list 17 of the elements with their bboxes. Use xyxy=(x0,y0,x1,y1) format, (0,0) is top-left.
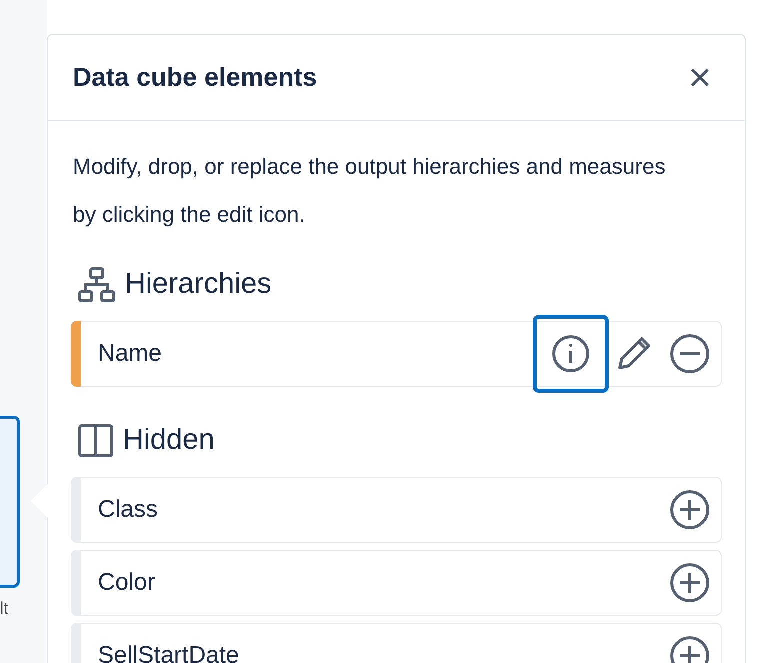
columns-icon xyxy=(77,424,115,458)
field-label: SellStartDate xyxy=(98,641,240,663)
field-label: Name xyxy=(98,339,164,369)
info-button[interactable] xyxy=(533,315,609,393)
add-icon xyxy=(669,562,711,604)
remove-icon xyxy=(669,333,711,375)
field-label: Class xyxy=(98,495,160,525)
panel-title: Data cube elements xyxy=(73,61,318,94)
element-label: lt xyxy=(0,600,8,617)
section-heading: Hierarchies xyxy=(125,267,272,302)
close-button[interactable]: × xyxy=(680,58,720,98)
hierarchy-icon xyxy=(77,267,117,303)
field-label: Color xyxy=(98,568,156,598)
section-heading: Hidden xyxy=(123,423,215,458)
description-text: Modify, drop, or replace the output hierarchies and measures by clicking the edit icon. xyxy=(73,153,667,229)
info-icon xyxy=(551,334,591,374)
add-icon xyxy=(669,489,711,531)
